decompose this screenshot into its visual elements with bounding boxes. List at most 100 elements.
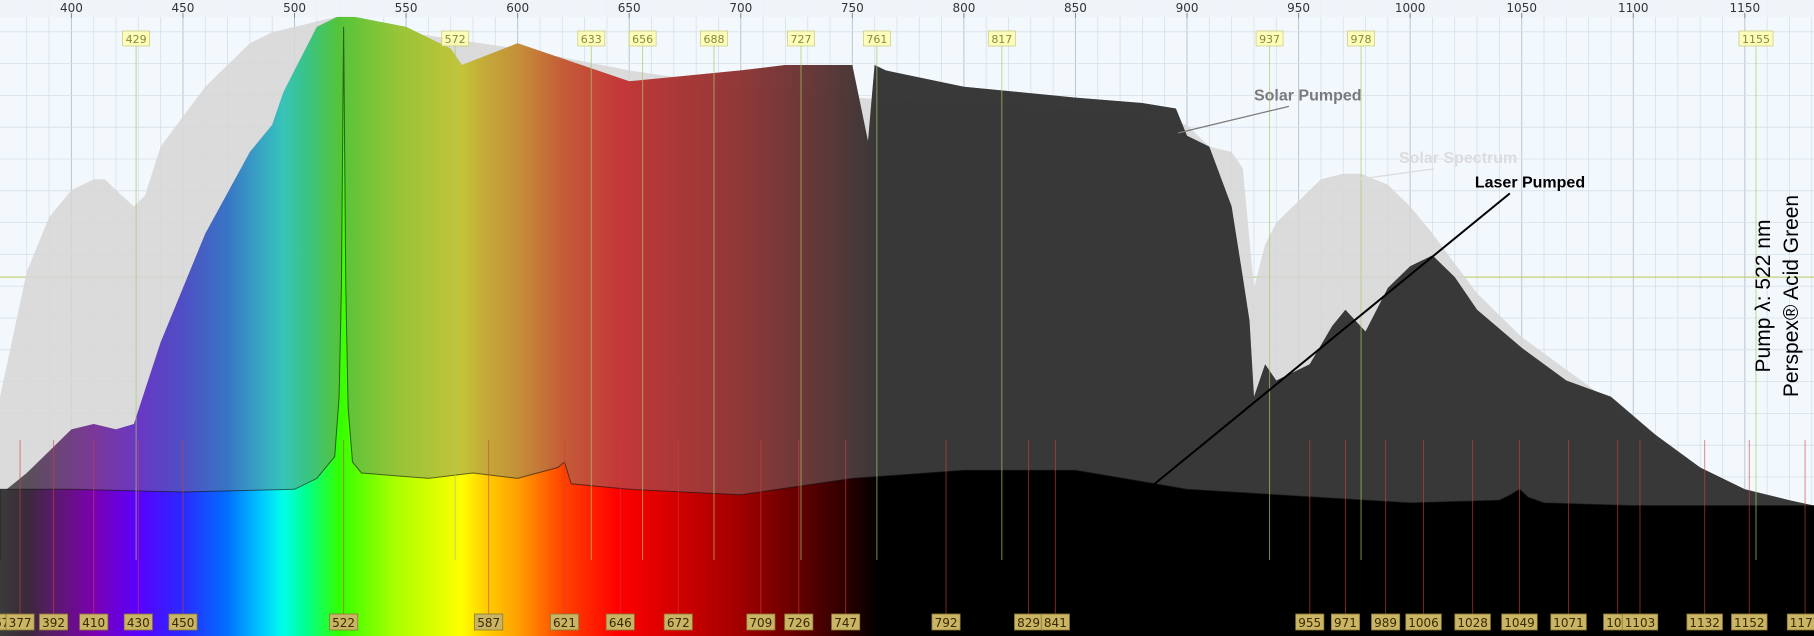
- bottom-marker: 377: [5, 613, 35, 631]
- bottom-marker: 841: [1040, 613, 1070, 631]
- bottom-marker-label: 829: [1017, 616, 1040, 630]
- bottom-marker: 392: [39, 613, 69, 631]
- top-marker: 727: [787, 30, 815, 47]
- x-tick-label: 1100: [1618, 1, 1649, 15]
- top-marker-label: 656: [632, 33, 653, 46]
- bottom-marker-label: 792: [935, 616, 958, 630]
- top-marker-label: 1155: [1742, 33, 1770, 46]
- bottom-marker-label: 841: [1044, 616, 1067, 630]
- x-tick-label: 950: [1287, 1, 1310, 15]
- bottom-marker: 1006: [1405, 613, 1442, 631]
- side-text-line: Perspex® Acid Green: [1780, 195, 1803, 397]
- bottom-marker-label: 989: [1374, 616, 1397, 630]
- annotation-label: Solar Spectrum: [1399, 150, 1517, 167]
- bottom-marker: 726: [784, 613, 814, 631]
- bottom-marker-label: 377: [9, 616, 32, 630]
- bottom-marker-label: 1177: [1790, 616, 1814, 630]
- top-marker-label: 978: [1351, 33, 1372, 46]
- bottom-marker-label: 672: [667, 616, 690, 630]
- bottom-marker: 989: [1371, 613, 1401, 631]
- annotation-label: Solar Pumped: [1254, 87, 1362, 104]
- x-tick-label: 700: [729, 1, 752, 15]
- bottom-marker-label: 522: [332, 616, 355, 630]
- bottom-marker: 1132: [1686, 613, 1723, 631]
- top-marker-label: 761: [866, 33, 887, 46]
- top-marker-label: 572: [445, 33, 466, 46]
- x-tick-label: 1050: [1506, 1, 1537, 15]
- x-tick-label: 600: [506, 1, 529, 15]
- top-marker-label: 688: [703, 33, 724, 46]
- bottom-marker: 792: [931, 613, 961, 631]
- x-tick-label: 900: [1176, 1, 1199, 15]
- x-tick-label: 1000: [1395, 1, 1426, 15]
- bottom-marker-label: 1049: [1504, 616, 1535, 630]
- bottom-marker-label: 392: [42, 616, 65, 630]
- top-marker-label: 633: [581, 33, 602, 46]
- x-tick-label: 1150: [1730, 1, 1761, 15]
- top-marker-label: 937: [1259, 33, 1280, 46]
- bottom-marker-label: 646: [609, 616, 632, 630]
- bottom-marker-label: 709: [749, 616, 772, 630]
- top-marker: 633: [577, 30, 606, 47]
- x-tick-label: 800: [952, 1, 975, 15]
- annotation-label: Laser Pumped: [1475, 174, 1585, 191]
- top-marker-label: 429: [126, 33, 147, 46]
- bottom-marker-label: 1028: [1457, 616, 1488, 630]
- x-tick-label: 650: [618, 1, 641, 15]
- bottom-marker-label: 430: [127, 616, 150, 630]
- top-marker: 572: [441, 30, 470, 47]
- top-marker: 978: [1347, 30, 1375, 47]
- x-tick-label: 400: [60, 1, 83, 15]
- bottom-marker-label: 955: [1298, 616, 1321, 630]
- bottom-marker: 1152: [1731, 613, 1768, 631]
- bottom-marker: 1028: [1454, 613, 1491, 631]
- bottom-marker-label: 1103: [1625, 616, 1656, 630]
- bottom-marker: 1103: [1621, 613, 1659, 631]
- bottom-marker-label: 450: [172, 616, 195, 630]
- top-marker: 429: [122, 30, 151, 47]
- bottom-marker: 829: [1014, 613, 1044, 631]
- bottom-marker-label: 726: [787, 616, 810, 630]
- side-text-line: Pump λ: 522 nm: [1752, 220, 1775, 373]
- top-marker: 688: [700, 30, 728, 47]
- bottom-marker: 955: [1295, 613, 1325, 631]
- x-tick-label: 750: [841, 1, 864, 15]
- bottom-marker-label: 410: [82, 616, 105, 630]
- x-tick-label: 500: [283, 1, 306, 15]
- bottom-marker: 1049: [1501, 613, 1538, 631]
- bottom-marker: 672: [663, 613, 693, 631]
- bottom-marker: 709: [746, 613, 776, 631]
- bottom-marker: 621: [550, 613, 580, 631]
- bottom-marker-label: 1152: [1734, 616, 1765, 630]
- bottom-marker: 450: [168, 613, 198, 631]
- x-axis-band: [0, 0, 1814, 17]
- bottom-marker-label: 1132: [1689, 616, 1720, 630]
- bottom-marker: 587: [474, 613, 504, 631]
- bottom-marker: 1071: [1550, 613, 1587, 631]
- bottom-marker-label: 621: [553, 616, 576, 630]
- bottom-marker-label: 747: [834, 616, 857, 630]
- top-marker: 937: [1255, 30, 1284, 47]
- spectrum-chart: 400 450 500 550 600 650 700 750 800 850 900 950 1000…: [0, 0, 1814, 636]
- top-marker: 1155: [1738, 30, 1774, 47]
- bottom-marker: 646: [605, 613, 635, 631]
- top-marker-label: 727: [791, 33, 812, 46]
- x-axis: 400 450 500 550 600 650 700 750 800 850 900 950 1000…: [0, 0, 1814, 18]
- bottom-marker-label: 1071: [1553, 616, 1584, 630]
- top-marker: 817: [987, 30, 1016, 47]
- bottom-marker-label: 1006: [1408, 616, 1439, 630]
- top-marker-label: 817: [991, 33, 1012, 46]
- top-marker: 656: [628, 30, 657, 47]
- bottom-marker: 747: [831, 613, 861, 631]
- top-marker: 761: [862, 30, 891, 47]
- bottom-marker: 971: [1330, 613, 1360, 631]
- x-tick-label: 450: [172, 1, 195, 15]
- x-tick-label: 850: [1064, 1, 1087, 15]
- bottom-marker: 522: [329, 613, 359, 631]
- x-tick-label: 550: [395, 1, 418, 15]
- bottom-marker: 430: [123, 613, 153, 631]
- bottom-marker: 410: [79, 613, 109, 631]
- bottom-marker-label: 971: [1334, 616, 1357, 630]
- bottom-marker: 1177: [1786, 613, 1814, 631]
- bottom-marker-label: 587: [477, 616, 500, 630]
